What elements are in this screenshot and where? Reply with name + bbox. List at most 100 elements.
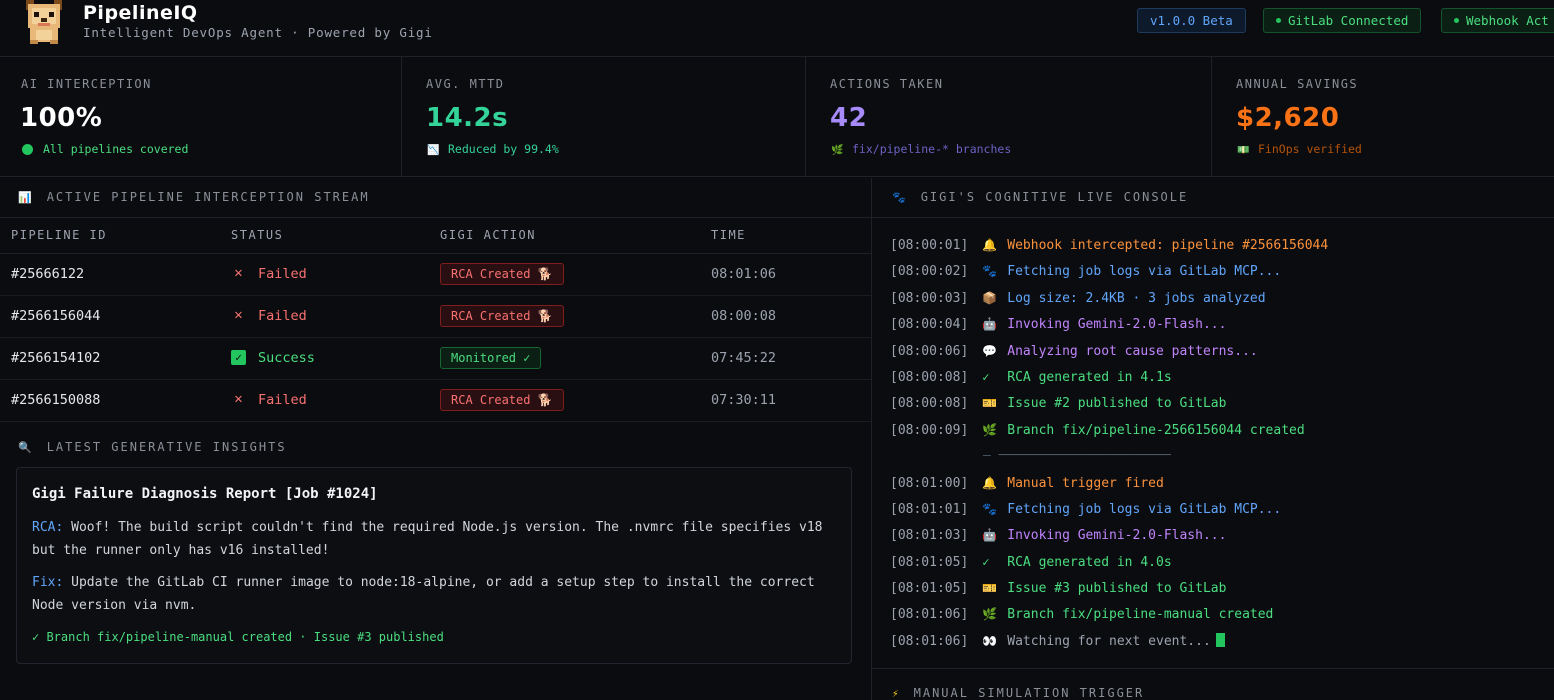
pipeline-id[interactable]: #2566156044 <box>0 295 231 338</box>
webhook-status-badge: Webhook Act <box>1441 8 1554 33</box>
trend-down-icon: 📉 <box>427 145 440 156</box>
report-title: Gigi Failure Diagnosis Report [Job #1024… <box>32 486 378 502</box>
console-message: Manual trigger fired <box>1007 475 1164 491</box>
fix-paragraph: Fix: Update the GitLab CI runner image t… <box>32 571 842 617</box>
console-timestamp: [08:01:01] <box>890 501 969 517</box>
pipeline-id[interactable]: #2566154102 <box>0 337 231 380</box>
x-icon: ✕ <box>234 264 243 281</box>
console-message: RCA generated in 4.0s <box>1007 554 1172 570</box>
stat-annual-savings: ANNUAL SAVINGS $2,620 💵 FinOps verified <box>1212 57 1554 177</box>
stat-label: ANNUAL SAVINGS <box>1236 77 1359 91</box>
console-line: [08:01:06] 🌿 Branch fix/pipeline-manual cr… <box>890 601 1540 627</box>
console-line-icon: 🤖 <box>982 528 998 543</box>
status-text: Success <box>258 350 315 366</box>
console-line-icon: 🎫 <box>982 396 998 411</box>
stats-bar: AI INTERCEPTION 100% All pipelines cover… <box>0 57 1554 177</box>
stream-title-text: ACTIVE PIPELINE INTERCEPTION STREAM <box>46 190 370 204</box>
console-line: [08:00:04] 🤖 Invoking Gemini-2.0-Flash... <box>890 311 1540 337</box>
pipeline-id[interactable]: #25666122 <box>0 253 231 296</box>
console-panel: 🐾 GIGI'S COGNITIVE LIVE CONSOLE [08:00:01… <box>872 178 1554 700</box>
console-message: Log size: 2.4KB · 3 jobs analyzed <box>1007 290 1266 306</box>
console-message: Watching for next event... <box>1007 633 1211 649</box>
stat-sub-text: Reduced by 99.4% <box>448 142 559 156</box>
time-cell: 08:01:06 <box>711 253 871 296</box>
action-badge[interactable]: RCA Created 🐕 <box>440 389 564 411</box>
time-cell: 08:00:08 <box>711 295 871 338</box>
version-badge: v1.0.0 Beta <box>1137 8 1246 33</box>
console-message: Issue #2 published to GitLab <box>1007 396 1227 412</box>
stat-value: 100% <box>20 103 103 133</box>
console-line: [08:00:09] 🌿 Branch fix/pipeline-256615604… <box>890 417 1540 443</box>
console-line-icon: 🤖 <box>982 317 998 332</box>
console-line-icon: 🔔 <box>982 238 998 252</box>
rca-label: RCA: <box>32 520 64 535</box>
stat-sub-text: fix/pipeline-* branches <box>852 142 1012 156</box>
x-icon: ✕ <box>234 390 243 407</box>
console-timestamp: [08:00:01] <box>890 238 969 253</box>
console-message: Branch fix/pipeline-manual created <box>1007 607 1274 623</box>
brand-name: PipelineIQ <box>83 2 198 24</box>
lightning-icon: ⚡ <box>892 687 901 700</box>
manual-trigger-title-text: MANUAL SIMULATION TRIGGER <box>913 686 1145 700</box>
table-row[interactable]: #2566154102 ✓ Success Monitored ✓ 07:45:2… <box>0 337 871 380</box>
stat-ai-interception: AI INTERCEPTION 100% All pipelines cover… <box>0 57 402 177</box>
insights-title-text: LATEST GENERATIVE INSIGHTS <box>46 440 287 454</box>
table-row[interactable]: #2566150088 ✕ Failed RCA Created 🐕 07:30:… <box>0 379 871 422</box>
branch-icon: 🌿 <box>831 145 844 156</box>
console-line: [08:00:08] 🎫 Issue #2 published to GitLab <box>890 390 1540 416</box>
gitlab-status-badge: GitLab Connected <box>1263 8 1422 33</box>
pipeline-table: PIPELINE ID STATUS GIGI ACTION TIME #256… <box>0 218 871 422</box>
stream-panel: 📊 ACTIVE PIPELINE INTERCEPTION STREAM PIP… <box>0 178 872 700</box>
rca-paragraph: RCA: Woof! The build script couldn't fin… <box>32 516 842 562</box>
console-separator: — ────────────────────── <box>983 448 1171 464</box>
action-cell: RCA Created 🐕 <box>440 379 711 422</box>
console-message: Webhook intercepted: pipeline #256615604… <box>1007 238 1329 253</box>
console-message: Issue #3 published to GitLab <box>1007 581 1227 597</box>
console-line-icon: ✓ <box>982 369 990 384</box>
console-line: [08:01:05] 🎫 Issue #3 published to GitLab <box>890 575 1540 601</box>
stat-sub-text: All pipelines covered <box>43 142 189 156</box>
console-timestamp: [08:00:08] <box>890 396 969 412</box>
stat-label: ACTIONS TAKEN <box>830 77 944 91</box>
table-row[interactable]: #2566156044 ✕ Failed RCA Created 🐕 08:00:… <box>0 295 871 338</box>
status-cell: ✕ Failed <box>231 253 440 296</box>
console-line: [08:00:02] 🐾 Fetching job logs via GitLab … <box>890 258 1540 284</box>
console-message: Invoking Gemini-2.0-Flash... <box>1007 528 1227 544</box>
console-line-icon: 👀 <box>982 633 998 648</box>
money-icon: 💵 <box>1237 145 1250 156</box>
console-line-icon: 💬 <box>982 343 998 358</box>
table-row[interactable]: #25666122 ✕ Failed RCA Created 🐕 08:01:06 <box>0 253 871 296</box>
stat-sub-text: FinOps verified <box>1258 142 1362 156</box>
console-message: Analyzing root cause patterns... <box>1007 343 1258 359</box>
stat-sub: 📉 Reduced by 99.4% <box>427 142 559 156</box>
chart-icon: 📊 <box>18 191 34 204</box>
pipeline-id[interactable]: #2566150088 <box>0 379 231 422</box>
console-message: RCA generated in 4.1s <box>1007 369 1172 385</box>
status-cell: ✕ Failed <box>231 295 440 338</box>
brand-tagline: Intelligent DevOps Agent · Powered by Gi… <box>83 25 433 40</box>
console-line: [08:01:03] 🤖 Invoking Gemini-2.0-Flash... <box>890 522 1540 548</box>
action-badge[interactable]: RCA Created 🐕 <box>440 305 564 327</box>
action-badge[interactable]: RCA Created 🐕 <box>440 263 564 285</box>
divider <box>872 217 1554 218</box>
action-badge[interactable]: Monitored ✓ <box>440 347 542 369</box>
col-gigi-action: GIGI ACTION <box>440 218 711 254</box>
console-message: Fetching job logs via GitLab MCP... <box>1007 264 1282 280</box>
paw-icon: 🐾 <box>892 191 908 204</box>
stat-value: 42 <box>830 103 868 133</box>
console-line-icon: 🔔 <box>982 475 998 490</box>
status-text: Failed <box>258 266 307 282</box>
console-section-title: 🐾 GIGI'S COGNITIVE LIVE CONSOLE <box>892 190 1188 204</box>
status-text: Failed <box>258 392 307 408</box>
stat-sub: 💵 FinOps verified <box>1237 142 1362 156</box>
console-message: Fetching job logs via GitLab MCP... <box>1007 501 1282 517</box>
console-line-icon: 🎫 <box>982 581 998 596</box>
x-icon: ✕ <box>234 306 243 323</box>
stat-label: AVG. MTTD <box>426 77 505 91</box>
action-cell: Monitored ✓ <box>440 337 711 380</box>
console-line-icon: 🐾 <box>982 501 998 516</box>
stat-sub: 🌿 fix/pipeline-* branches <box>831 142 1011 156</box>
console-title-text: GIGI'S COGNITIVE LIVE CONSOLE <box>920 190 1189 204</box>
stat-value: 14.2s <box>426 103 509 133</box>
console-timestamp: [08:00:04] <box>890 317 969 333</box>
